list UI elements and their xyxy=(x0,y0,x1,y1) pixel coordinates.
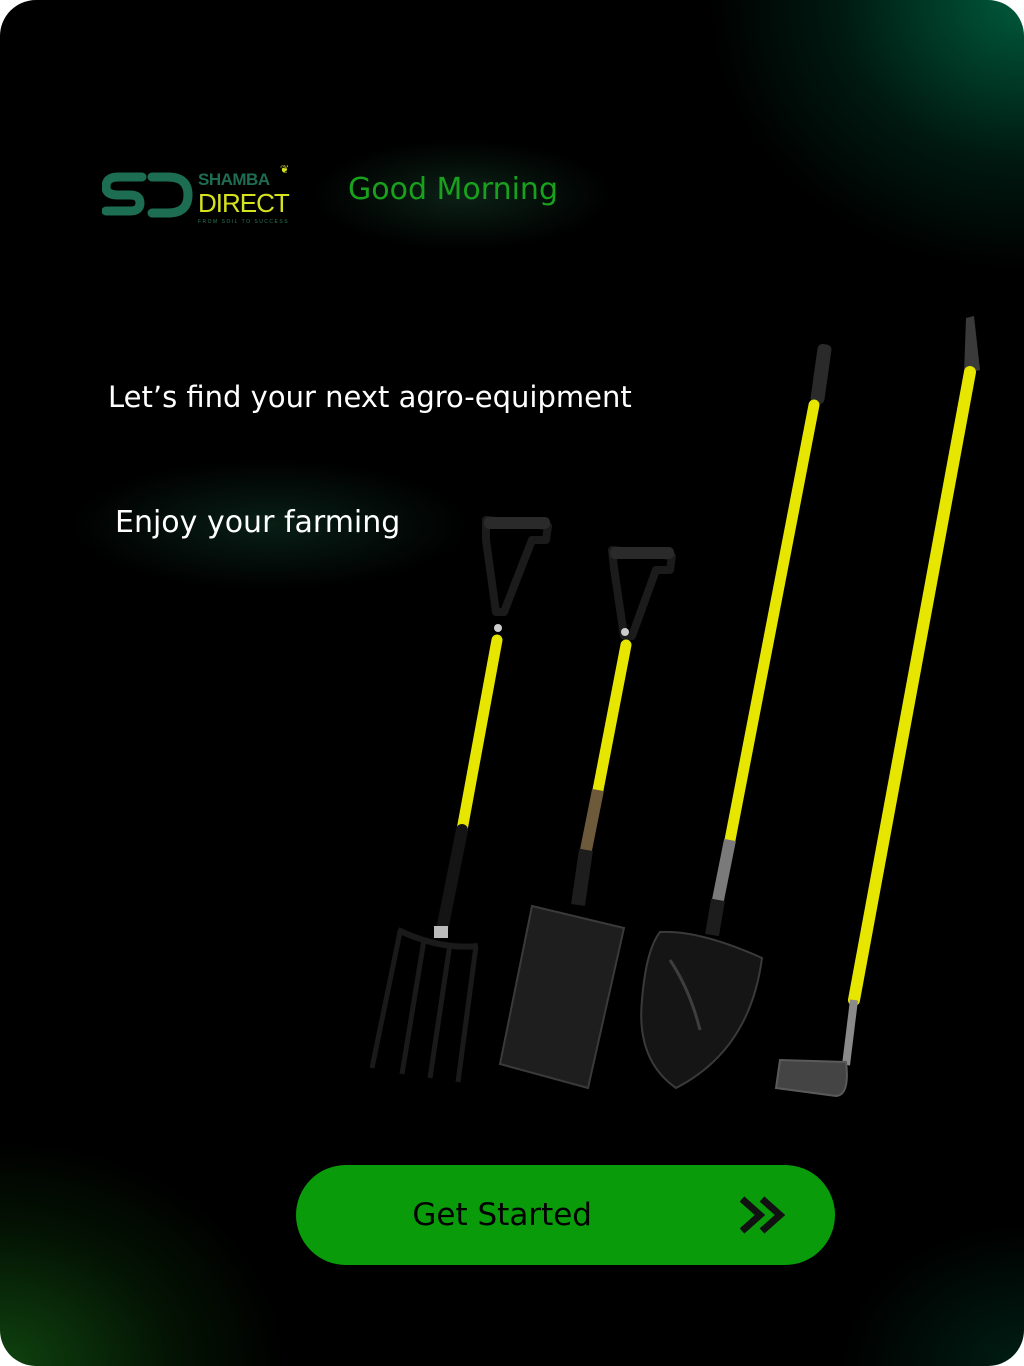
shamba-direct-logo: SHAMBA ❦ DIRECT FROM SOIL TO SUCCESS xyxy=(102,163,302,229)
garden-hoe-icon xyxy=(774,316,980,1098)
get-started-label: Get Started xyxy=(412,1197,592,1233)
sd-logo-mark-icon xyxy=(102,172,193,218)
welcome-screen: SHAMBA ❦ DIRECT FROM SOIL TO SUCCESS Goo… xyxy=(0,0,1024,1366)
logo-word-shamba: SHAMBA xyxy=(198,170,270,189)
round-shovel-icon xyxy=(640,343,832,1090)
get-started-label-wrap: Get Started xyxy=(296,1165,728,1265)
digging-fork-icon xyxy=(369,516,552,1083)
logo-tagline: FROM SOIL TO SUCCESS xyxy=(198,219,290,225)
headline-text: Let’s find your next agro-equipment xyxy=(108,380,632,414)
subline-text: Enjoy your farming xyxy=(115,505,401,540)
get-started-button[interactable]: Get Started xyxy=(296,1165,835,1265)
logo-word-direct: DIRECT xyxy=(198,188,290,218)
greeting-text: Good Morning xyxy=(348,172,558,207)
square-spade-icon xyxy=(498,546,676,1090)
leaf-icon: ❦ xyxy=(280,163,290,176)
double-chevron-right-icon xyxy=(740,1196,786,1234)
